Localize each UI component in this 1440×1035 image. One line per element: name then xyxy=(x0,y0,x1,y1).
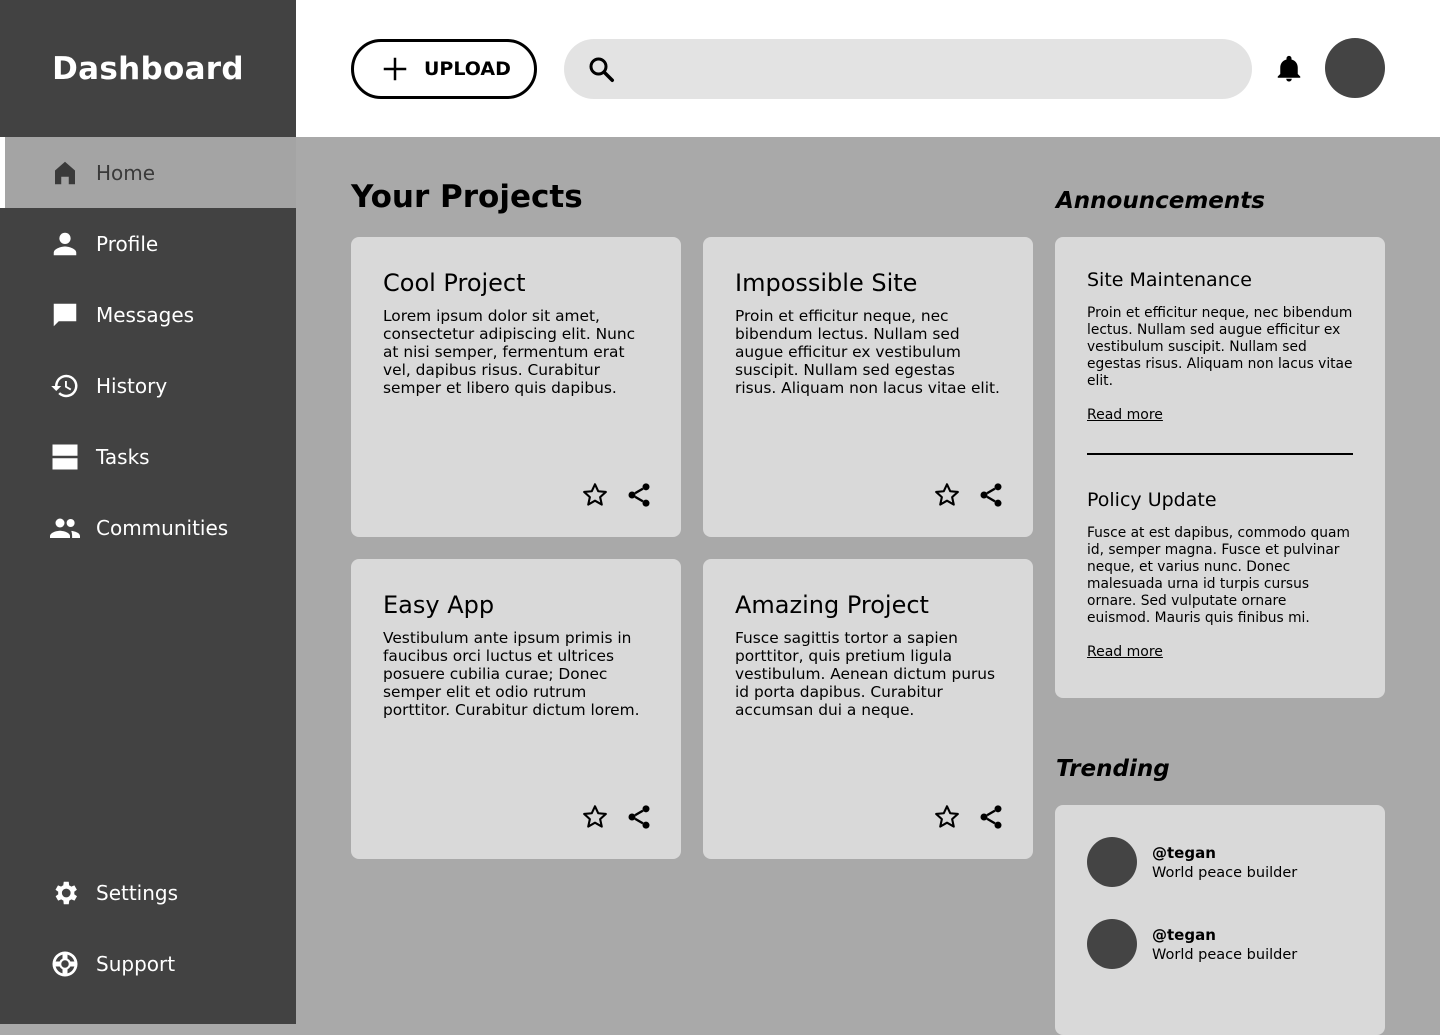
sidebar-item-communities[interactable]: Communities xyxy=(0,492,296,563)
announcement-title: Policy Update xyxy=(1087,489,1217,511)
user-handle: @tegan xyxy=(1152,843,1216,862)
plus-icon xyxy=(383,57,407,81)
project-card[interactable]: Amazing Project Fusce sagittis tortor a … xyxy=(703,559,1033,859)
project-title: Impossible Site xyxy=(735,269,918,297)
read-more-link[interactable]: Read more xyxy=(1087,644,1163,660)
sidebar-item-label: Tasks xyxy=(96,444,150,469)
people-icon xyxy=(48,511,82,545)
page-title: Your Projects xyxy=(351,179,583,215)
sidebar-item-messages[interactable]: Messages xyxy=(0,279,296,350)
sidebar-item-label: Settings xyxy=(96,880,179,905)
trending-card: @tegan World peace builder @tegan World … xyxy=(1055,805,1385,1035)
announcement-body: Proin et efficitur neque, nec bibendum l… xyxy=(1087,305,1353,389)
gear-icon xyxy=(48,876,82,910)
project-card[interactable]: Impossible Site Proin et efficitur neque… xyxy=(703,237,1033,537)
sidebar-item-tasks[interactable]: Tasks xyxy=(0,421,296,492)
user-avatar[interactable] xyxy=(1325,38,1385,98)
upload-label: UPLOAD xyxy=(424,58,511,80)
user-handle: @tegan xyxy=(1152,925,1216,944)
support-icon xyxy=(48,947,82,981)
history-icon xyxy=(48,369,82,403)
tasks-icon xyxy=(48,440,82,474)
star-icon[interactable] xyxy=(581,803,609,831)
notification-bell-icon[interactable] xyxy=(1274,54,1304,84)
announcement-title: Site Maintenance xyxy=(1087,269,1252,291)
star-icon[interactable] xyxy=(933,803,961,831)
read-more-link[interactable]: Read more xyxy=(1087,407,1163,423)
sidebar-item-label: Home xyxy=(96,160,156,185)
trending-heading: Trending xyxy=(1056,756,1170,782)
sidebar-item-support[interactable]: Support xyxy=(0,928,296,999)
project-title: Easy App xyxy=(383,591,495,619)
share-icon[interactable] xyxy=(625,803,653,831)
top-bar: UPLOAD xyxy=(296,0,1440,137)
project-description: Fusce sagittis tortor a sapien porttitor… xyxy=(735,629,996,719)
sidebar-item-label: Messages xyxy=(96,302,195,327)
share-icon[interactable] xyxy=(977,481,1005,509)
share-icon[interactable] xyxy=(977,803,1005,831)
sidebar-item-history[interactable]: History xyxy=(0,350,296,421)
sidebar-item-label: Profile xyxy=(96,231,159,256)
sidebar-item-home[interactable]: Home xyxy=(0,137,296,208)
message-icon xyxy=(48,298,82,332)
trending-user[interactable]: @tegan World peace builder xyxy=(1087,919,1353,969)
user-description: World peace builder xyxy=(1152,946,1298,963)
divider xyxy=(1087,453,1353,455)
project-card[interactable]: Easy App Vestibulum ante ipsum primis in… xyxy=(351,559,681,859)
home-icon xyxy=(48,156,82,190)
project-title: Cool Project xyxy=(383,269,526,297)
project-description: Lorem ipsum dolor sit amet, consectetur … xyxy=(383,307,636,397)
project-description: Vestibulum ante ipsum primis in faucibus… xyxy=(383,629,640,719)
trending-user[interactable]: @tegan World peace builder xyxy=(1087,837,1353,887)
announcements-heading: Announcements xyxy=(1056,188,1265,214)
sidebar-item-label: History xyxy=(96,373,168,398)
project-card[interactable]: Cool Project Lorem ipsum dolor sit amet,… xyxy=(351,237,681,537)
project-title: Amazing Project xyxy=(735,591,929,619)
sidebar: Dashboard Home Profile Messages History … xyxy=(0,0,296,1024)
star-icon[interactable] xyxy=(581,481,609,509)
app-brand: Dashboard xyxy=(52,50,244,87)
search-icon xyxy=(589,57,614,82)
announcements-card: Site Maintenance Proin et efficitur nequ… xyxy=(1055,237,1385,698)
star-icon[interactable] xyxy=(933,481,961,509)
sidebar-item-label: Communities xyxy=(96,515,229,540)
avatar[interactable] xyxy=(1087,837,1137,887)
sidebar-item-label: Support xyxy=(96,951,176,976)
search-bar[interactable] xyxy=(564,39,1252,99)
announcement-body: Fusce at est dapibus, commodo quam id, s… xyxy=(1087,525,1350,626)
upload-button[interactable]: UPLOAD xyxy=(351,39,537,99)
search-input[interactable] xyxy=(630,49,1252,89)
avatar[interactable] xyxy=(1087,919,1137,969)
sidebar-item-profile[interactable]: Profile xyxy=(0,208,296,279)
user-description: World peace builder xyxy=(1152,864,1298,881)
sidebar-item-settings[interactable]: Settings xyxy=(0,857,296,928)
project-description: Proin et efficitur neque, nec bibendum l… xyxy=(735,307,1000,397)
share-icon[interactable] xyxy=(625,481,653,509)
person-icon xyxy=(48,227,82,261)
